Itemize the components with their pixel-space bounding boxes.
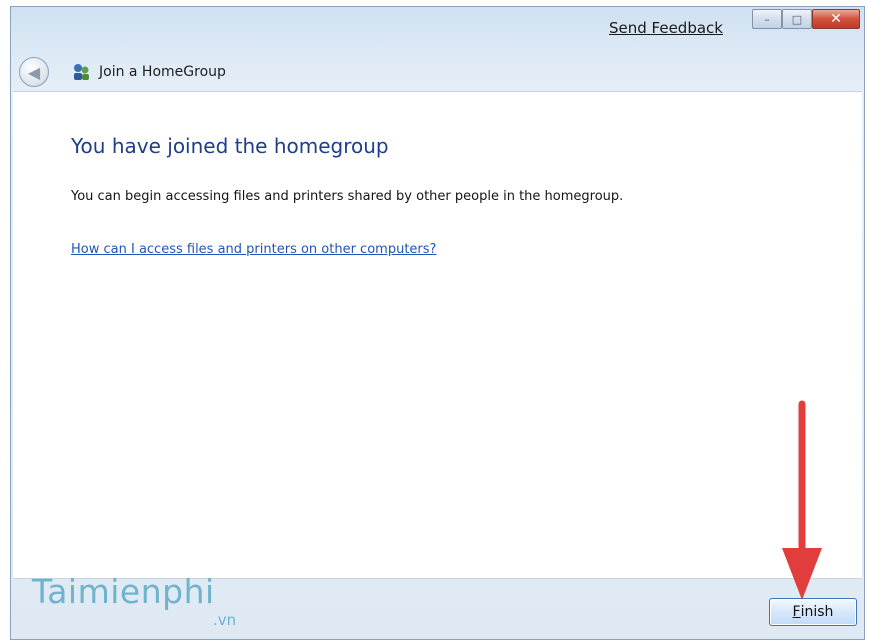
homegroup-icon bbox=[74, 64, 89, 80]
send-feedback-link[interactable]: Send Feedback bbox=[609, 19, 723, 37]
close-button[interactable]: ✕ bbox=[812, 9, 860, 29]
minimize-button[interactable]: – bbox=[752, 9, 782, 29]
content-pane: You have joined the homegroup You can be… bbox=[13, 91, 862, 579]
window-title: Join a HomeGroup bbox=[99, 64, 226, 80]
description-text: You can begin accessing files and printe… bbox=[71, 189, 624, 204]
minimize-icon: – bbox=[764, 12, 770, 26]
finish-accelerator: F bbox=[792, 604, 801, 620]
homegroup-window: Send Feedback – □ ✕ ◀ Join a HomeGroup Y… bbox=[10, 6, 865, 640]
title-bar: Send Feedback – □ ✕ bbox=[11, 7, 864, 47]
page-heading: You have joined the homegroup bbox=[71, 134, 389, 158]
watermark-suffix: .vn bbox=[213, 611, 237, 629]
finish-label: inish bbox=[800, 604, 834, 620]
back-arrow-icon: ◀ bbox=[27, 62, 41, 82]
maximize-icon: □ bbox=[791, 12, 803, 26]
watermark-logo: Taimienphi bbox=[32, 572, 215, 611]
maximize-button[interactable]: □ bbox=[782, 9, 812, 29]
close-icon: ✕ bbox=[830, 11, 842, 27]
help-link[interactable]: How can I access files and printers on o… bbox=[71, 242, 436, 257]
navigation-row: ◀ Join a HomeGroup bbox=[11, 53, 864, 89]
back-button[interactable]: ◀ bbox=[19, 57, 49, 87]
caption-buttons: – □ ✕ bbox=[752, 9, 860, 31]
annotation-arrow-icon bbox=[782, 400, 822, 600]
